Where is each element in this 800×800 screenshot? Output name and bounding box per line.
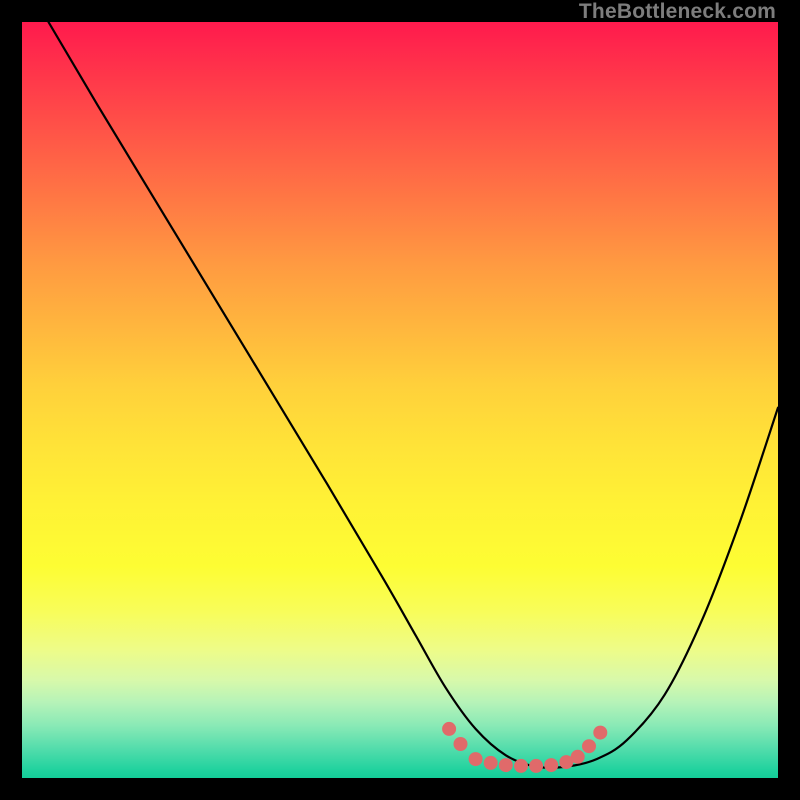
plot-area [22, 22, 778, 778]
marker-dot [544, 758, 558, 772]
marker-dot [484, 756, 498, 770]
marker-dot [582, 739, 596, 753]
marker-dot [529, 759, 543, 773]
marker-dot [499, 758, 513, 772]
bottleneck-curve [48, 22, 778, 768]
marker-dot [571, 750, 585, 764]
marker-dot [442, 722, 456, 736]
marker-dot [514, 759, 528, 773]
chart-frame: TheBottleneck.com [0, 0, 800, 800]
marker-dot [469, 752, 483, 766]
watermark-text: TheBottleneck.com [579, 0, 776, 24]
trough-markers [442, 722, 607, 773]
curve-svg [22, 22, 778, 778]
marker-dot [454, 737, 468, 751]
marker-dot [593, 726, 607, 740]
